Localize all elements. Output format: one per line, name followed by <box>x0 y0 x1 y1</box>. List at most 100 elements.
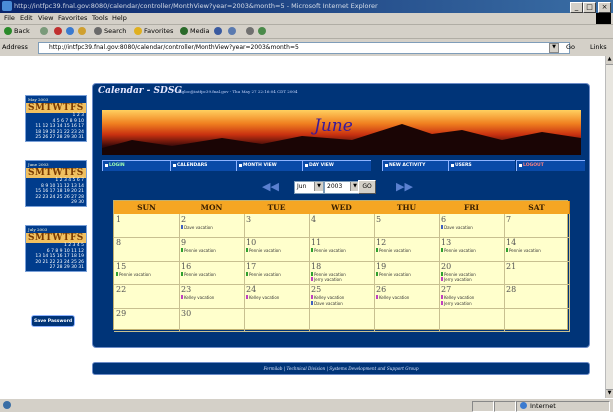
day-cell[interactable]: 20 Pennie vacation Jerry vacation <box>439 260 505 286</box>
day-number[interactable]: 7 <box>506 215 511 224</box>
month-select[interactable]: Jun ▼ <box>294 181 324 194</box>
day-cell[interactable]: 28 <box>504 284 570 309</box>
day-cell[interactable]: 24 Kelley vacation <box>244 284 310 309</box>
day-number[interactable]: 23 <box>181 285 191 294</box>
menu-favorites[interactable]: Favorites <box>58 14 87 22</box>
calendar-event[interactable]: Pennie vacation <box>441 271 476 277</box>
media-button[interactable]: Media <box>180 27 210 35</box>
calendar-event[interactable]: Pennie vacation <box>246 271 281 277</box>
day-number[interactable]: 8 <box>116 238 121 247</box>
calendar-event[interactable]: Kelley vacation <box>246 295 279 300</box>
calendar-event[interactable]: Pennie vacation <box>506 248 541 253</box>
calendar-event[interactable]: Kelley vacation <box>441 295 474 300</box>
day-cell[interactable]: 19 Pennie vacation <box>374 260 440 286</box>
day-cell[interactable]: 2 Dave vacation <box>179 214 245 239</box>
day-number[interactable]: 17 <box>246 262 256 271</box>
nav-month-view[interactable]: MONTH VIEW <box>236 160 305 171</box>
calendar-event[interactable]: Kelley vacation <box>181 295 214 300</box>
nav-day-view[interactable]: DAY VIEW <box>302 160 371 171</box>
day-cell[interactable]: 5 <box>374 214 440 239</box>
next-month-icon[interactable]: ▶▶ <box>396 180 413 193</box>
go-button[interactable]: Go <box>566 43 575 51</box>
calendar-event[interactable]: Dave vacation <box>181 225 213 230</box>
address-dropdown-button[interactable]: ▼ <box>549 43 559 53</box>
day-cell[interactable]: 23 Kelley vacation <box>179 284 245 309</box>
day-number[interactable]: 19 <box>376 262 386 271</box>
calendar-event[interactable]: Jerry vacation <box>441 300 472 306</box>
day-cell[interactable]: 30 <box>179 307 245 332</box>
back-button[interactable]: Back <box>4 27 30 35</box>
day-number[interactable]: 26 <box>376 285 386 294</box>
day-number[interactable]: 4 <box>311 215 316 224</box>
day-number[interactable]: 14 <box>506 238 516 247</box>
calendar-event[interactable]: Kelley vacation <box>311 295 344 300</box>
day-cell[interactable]: 3 <box>244 214 310 239</box>
day-cell[interactable]: 6 Dave vacation <box>439 214 505 239</box>
scroll-down-arrow-icon[interactable]: ▼ <box>606 389 613 398</box>
edit-button[interactable] <box>258 27 268 35</box>
menu-view[interactable]: View <box>38 14 53 22</box>
day-cell[interactable]: 12 Pennie vacation <box>374 237 440 262</box>
day-number[interactable]: 16 <box>181 262 191 271</box>
nav-calendars[interactable]: CALENDARS <box>170 160 239 171</box>
day-number[interactable]: 29 <box>116 309 126 318</box>
day-cell[interactable]: 25 Kelley vacation Dave vacation <box>309 284 375 309</box>
day-cell[interactable]: 26 Kelley vacation <box>374 284 440 309</box>
refresh-button[interactable] <box>66 27 76 35</box>
save-password-button[interactable]: Save Password <box>31 315 75 327</box>
day-cell[interactable]: 27 Kelley vacation Jerry vacation <box>439 284 505 309</box>
day-number[interactable]: 13 <box>441 238 451 247</box>
mail-button[interactable] <box>228 27 238 35</box>
day-cell[interactable]: 29 <box>114 307 180 332</box>
day-number[interactable]: 12 <box>376 238 386 247</box>
menu-tools[interactable]: Tools <box>92 14 108 22</box>
day-cell[interactable]: 16 Pennie vacation <box>179 260 245 286</box>
day-cell[interactable]: 13 Pennie vacation <box>439 237 505 262</box>
day-cell[interactable]: 17 Pennie vacation <box>244 260 310 286</box>
calendar-event[interactable]: Pennie vacation <box>376 248 411 253</box>
day-number[interactable]: 20 <box>441 262 451 271</box>
day-cell[interactable]: 7 <box>504 214 570 239</box>
day-cell[interactable]: 22 <box>114 284 180 309</box>
calendar-event[interactable]: Pennie vacation <box>181 248 216 253</box>
nav-logout[interactable]: LOGOUT <box>516 160 585 171</box>
day-cell[interactable]: 8 <box>114 237 180 262</box>
day-cell[interactable]: 18 Pennie vacation Jerry vacation <box>309 260 375 286</box>
print-button[interactable] <box>246 27 256 35</box>
mini-calendar-july[interactable]: July 2003 SMTWTFS 1 2 3 4 5 6 7 8 9 10 1… <box>25 225 87 272</box>
day-cell[interactable]: 1 <box>114 214 180 239</box>
calendar-event[interactable]: Pennie vacation <box>246 248 281 253</box>
day-number[interactable]: 24 <box>246 285 256 294</box>
vertical-scrollbar[interactable]: ▲ ▼ <box>605 56 613 398</box>
stop-button[interactable] <box>54 27 64 35</box>
calendar-event[interactable]: Jerry vacation <box>311 277 342 282</box>
day-cell[interactable] <box>244 307 310 332</box>
nav-new-activity[interactable]: NEW ACTIVITY <box>382 160 451 171</box>
day-number[interactable]: 25 <box>311 285 321 294</box>
day-number[interactable]: 1 <box>116 215 121 224</box>
day-number[interactable]: 27 <box>441 285 451 294</box>
menu-edit[interactable]: Edit <box>20 14 33 22</box>
maximize-button[interactable]: □ <box>583 2 596 13</box>
calendar-event[interactable]: Pennie vacation <box>116 271 151 277</box>
day-number[interactable]: 5 <box>376 215 381 224</box>
day-cell[interactable]: 14 Pennie vacation <box>504 237 570 262</box>
day-cell[interactable]: 10 Pennie vacation <box>244 237 310 262</box>
day-number[interactable]: 3 <box>246 215 251 224</box>
scroll-up-arrow-icon[interactable]: ▲ <box>606 56 613 65</box>
close-button[interactable]: × <box>598 2 611 13</box>
history-button[interactable] <box>214 27 224 35</box>
calendar-event[interactable]: Dave vacation <box>441 225 473 230</box>
calendar-event[interactable]: Pennie vacation <box>181 271 216 277</box>
prev-month-icon[interactable]: ◀◀ <box>262 180 279 193</box>
menu-help[interactable]: Help <box>112 14 127 22</box>
day-cell[interactable] <box>309 307 375 332</box>
nav-login[interactable]: LOGIN <box>102 160 171 171</box>
day-number[interactable]: 2 <box>181 215 186 224</box>
calendar-event[interactable]: Pennie vacation <box>311 248 346 253</box>
search-button[interactable]: Search <box>94 27 126 35</box>
day-number[interactable]: 30 <box>181 309 191 318</box>
nav-users[interactable]: USERS <box>448 160 515 171</box>
day-number[interactable]: 9 <box>181 238 186 247</box>
day-number[interactable]: 10 <box>246 238 256 247</box>
